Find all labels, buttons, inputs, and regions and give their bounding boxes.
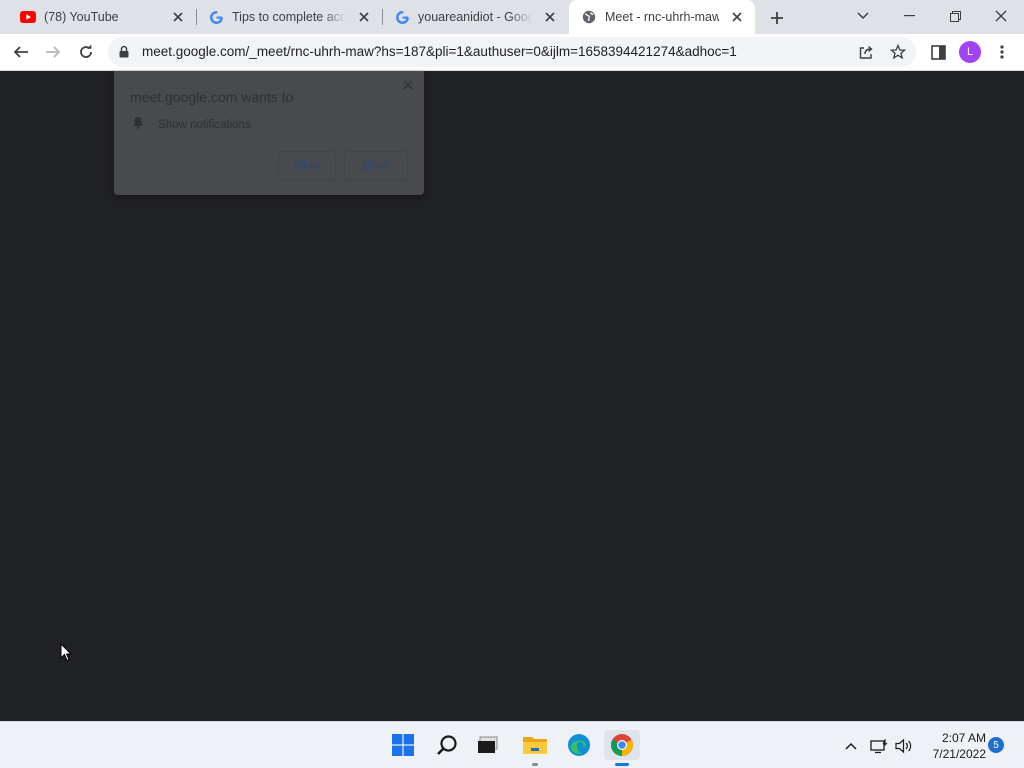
minimize-button[interactable] xyxy=(886,0,932,32)
search-icon[interactable] xyxy=(432,730,462,760)
google-g-icon xyxy=(208,9,224,25)
clock-time: 2:07 AM xyxy=(941,731,986,745)
tab-title: Tips to complete account xyxy=(232,10,346,24)
address-bar[interactable]: meet.google.com/_meet/rnc-uhrh-maw?hs=18… xyxy=(108,37,916,67)
notification-permission-popup: meet.google.com wants to Show notificati… xyxy=(114,71,424,195)
system-clock[interactable]: 2:07 AM 7/21/2022 xyxy=(916,730,986,762)
windows-taskbar: 2:07 AM 7/21/2022 5 xyxy=(0,721,1024,768)
new-tab-button[interactable] xyxy=(766,7,788,29)
page-content: meet.google.com wants to Show notificati… xyxy=(0,71,1024,721)
mouse-cursor-icon xyxy=(60,642,73,667)
active-app-indicator xyxy=(615,763,629,766)
close-tab-icon[interactable] xyxy=(729,9,745,25)
bookmark-star-icon[interactable] xyxy=(888,42,908,62)
youtube-icon xyxy=(20,9,36,25)
close-tab-icon[interactable] xyxy=(542,9,558,25)
more-menu-icon[interactable] xyxy=(988,38,1016,66)
close-window-button[interactable] xyxy=(978,0,1024,32)
tab-strip: (78) YouTube Tips to complete account yo… xyxy=(0,0,1024,34)
permission-title: meet.google.com wants to xyxy=(130,89,294,105)
tab-title: Meet - rnc-uhrh-maw xyxy=(605,10,719,24)
running-indicator xyxy=(532,763,538,766)
chevron-up-icon[interactable] xyxy=(840,735,862,757)
tab-title: youareanidiot - Google Search xyxy=(418,10,532,24)
google-g-icon xyxy=(394,9,410,25)
chrome-icon[interactable] xyxy=(604,730,640,766)
tab-google-search[interactable]: youareanidiot - Google Search xyxy=(383,0,568,34)
side-panel-icon[interactable] xyxy=(924,38,952,66)
tab-youtube[interactable]: (78) YouTube xyxy=(0,0,196,34)
notification-badge[interactable]: 5 xyxy=(988,737,1004,753)
globe-icon xyxy=(581,9,597,25)
close-tab-icon[interactable] xyxy=(170,9,186,25)
allow-button[interactable]: Allow xyxy=(278,151,336,181)
tab-meet[interactable]: Meet - rnc-uhrh-maw xyxy=(569,0,755,34)
url-text[interactable]: meet.google.com/_meet/rnc-uhrh-maw?hs=18… xyxy=(142,44,737,59)
volume-icon[interactable] xyxy=(893,735,915,757)
profile-avatar[interactable]: L xyxy=(959,41,981,63)
edge-icon[interactable] xyxy=(564,730,594,760)
share-icon[interactable] xyxy=(856,42,876,62)
network-icon[interactable] xyxy=(868,735,890,757)
forward-button[interactable] xyxy=(39,38,67,66)
tab-search-button[interactable] xyxy=(840,0,886,32)
close-icon[interactable] xyxy=(402,78,414,90)
clock-date: 7/21/2022 xyxy=(932,747,986,761)
permission-row: Show notifications xyxy=(132,116,251,134)
windows-start-icon[interactable] xyxy=(388,730,418,760)
restore-button[interactable] xyxy=(932,0,978,32)
reload-button[interactable] xyxy=(72,38,100,66)
tab-tips-account[interactable]: Tips to complete account xyxy=(197,0,382,34)
close-tab-icon[interactable] xyxy=(356,9,372,25)
bell-icon xyxy=(132,116,144,134)
lock-icon[interactable] xyxy=(119,45,129,63)
back-button[interactable] xyxy=(7,38,35,66)
permission-text: Show notifications xyxy=(158,119,251,131)
file-explorer-icon[interactable] xyxy=(520,730,550,766)
task-view-icon[interactable] xyxy=(473,730,503,760)
block-button[interactable]: Block xyxy=(344,151,408,181)
browser-toolbar: meet.google.com/_meet/rnc-uhrh-maw?hs=18… xyxy=(0,34,1024,71)
